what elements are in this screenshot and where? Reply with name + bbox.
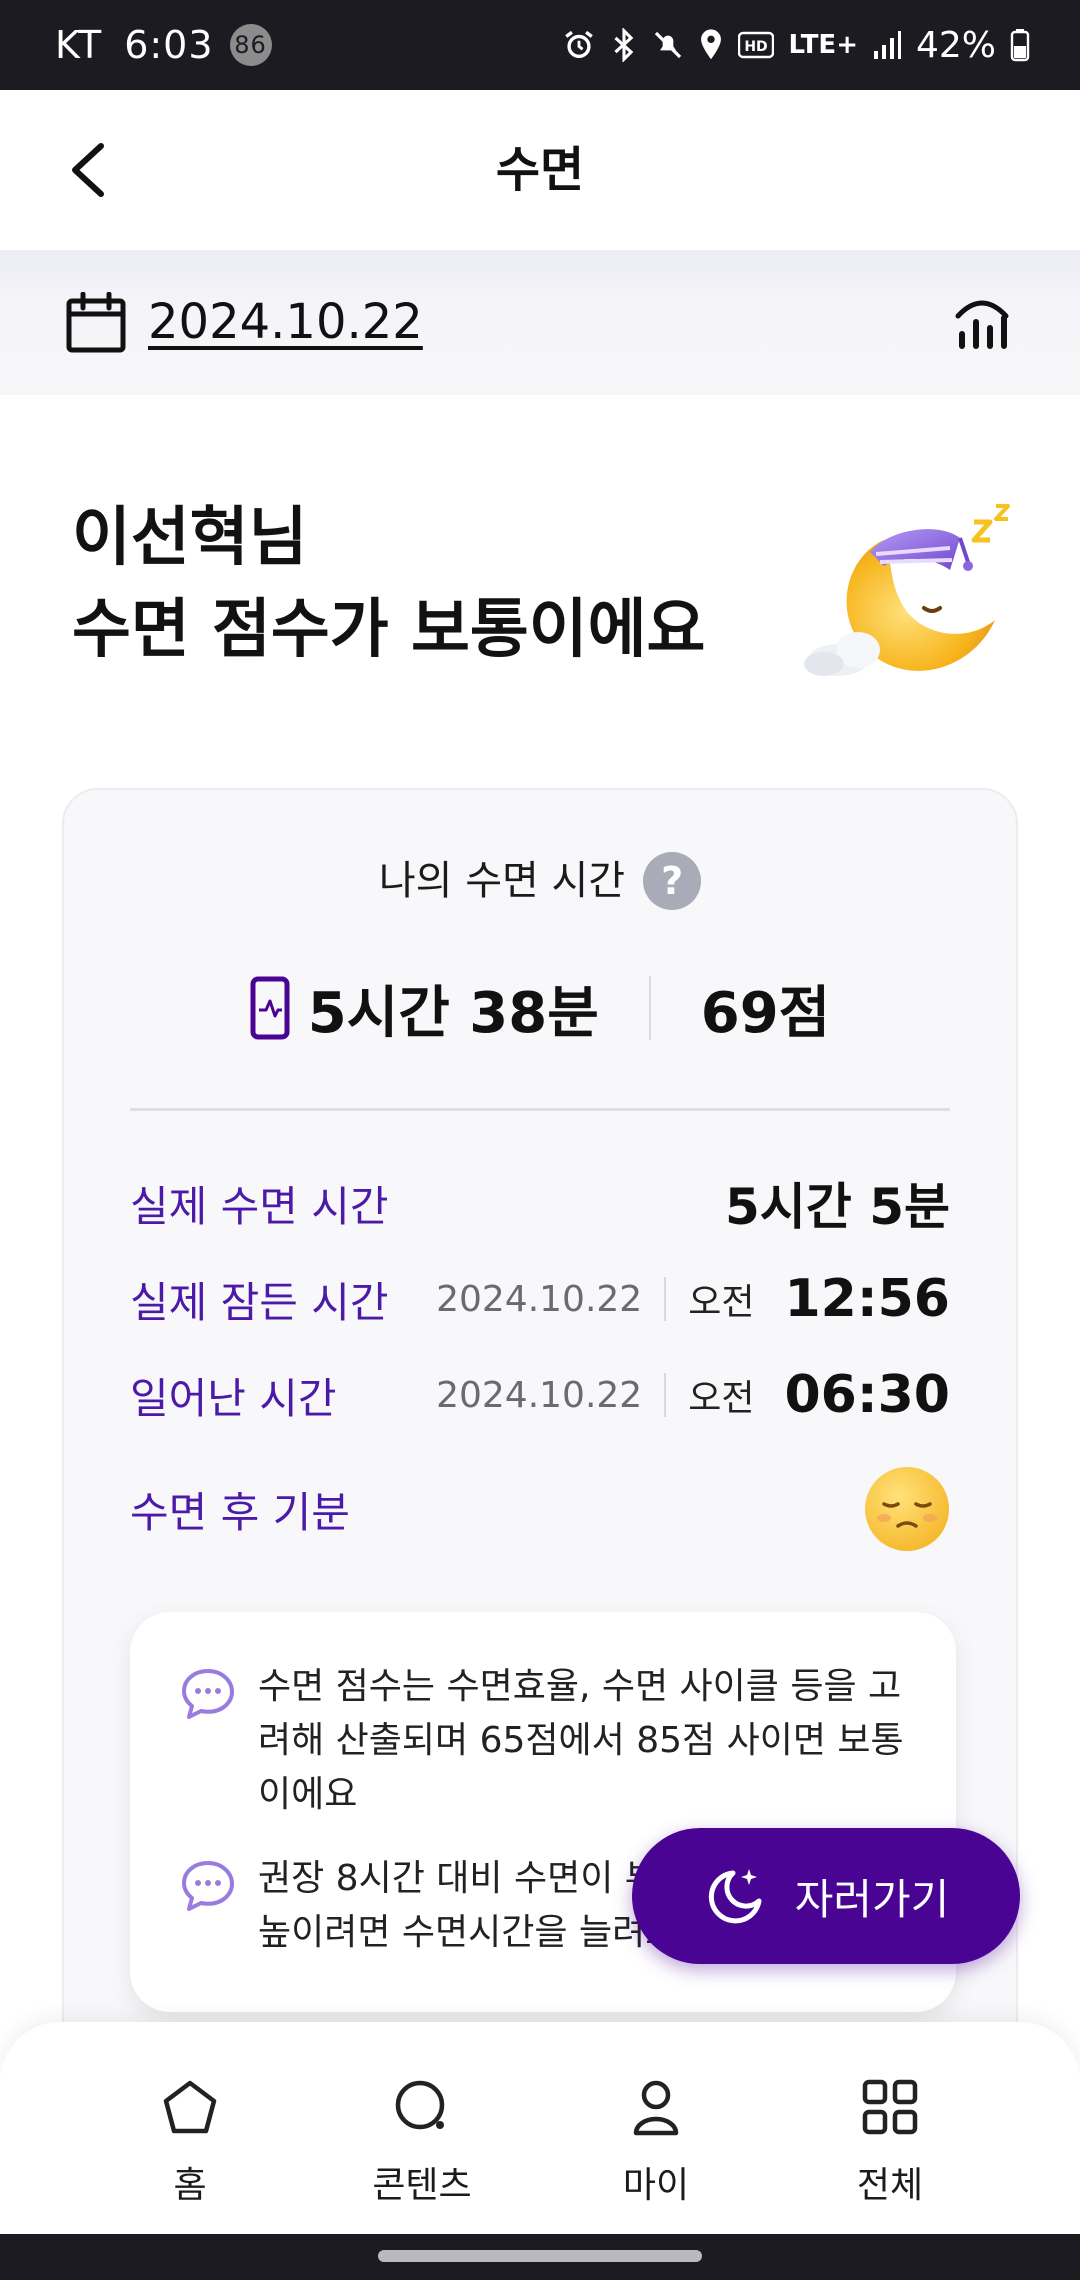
tip-item: 수면 점수는 수면효율, 수면 사이클 등을 고려해 산출되며 65점에서 85… [180, 1660, 916, 1822]
woke-up-label: 일어난 시간 [130, 1373, 337, 1423]
nav-item-all[interactable]: 전체 [790, 2072, 990, 2208]
sleep-score: 69점 [700, 980, 831, 1046]
summary-separator [648, 976, 651, 1040]
value-separator [664, 1373, 667, 1417]
battery-percent: 42% [915, 24, 996, 66]
nav-item-home[interactable]: 홈 [90, 2072, 290, 2208]
tip-text: 수면 점수는 수면효율, 수면 사이클 등을 고려해 산출되며 65점에서 85… [258, 1666, 904, 1815]
go-to-sleep-button[interactable]: 자러가기 [632, 1828, 1020, 1964]
moon-stars-icon [708, 1869, 762, 1924]
nav-label-my: 마이 [622, 2165, 690, 2206]
date-bar: 2024.10.22 [0, 250, 1080, 395]
calendar-icon[interactable] [65, 291, 127, 358]
svg-text:HD: HD [745, 39, 768, 55]
date-selector[interactable]: 2024.10.22 [148, 292, 423, 352]
tired-face-icon [865, 1467, 949, 1551]
chat-bubble-icon [182, 1861, 234, 1911]
signal-icon [873, 31, 901, 59]
nav-label-content: 콘텐츠 [372, 2165, 472, 2206]
card-title: 나의 수면 시간 [378, 858, 626, 904]
fell-asleep-row: 실제 잠든 시간 2024.10.22 오전 12:56 [130, 1264, 950, 1334]
fell-asleep-label: 실제 잠든 시간 [130, 1277, 389, 1327]
fell-asleep-date: 2024.10.22 [436, 1278, 643, 1320]
status-left: KT 6:03 86 [55, 0, 272, 90]
card-title-row: 나의 수면 시간 ? [64, 852, 1016, 910]
sleeping-moon-illustration [800, 500, 1030, 694]
chat-bubble-icon [182, 1669, 234, 1719]
bottom-navigation: 홈 콘텐츠 마이 전체 [0, 2022, 1080, 2234]
mood-label: 수면 후 기분 [130, 1487, 350, 1537]
fell-asleep-ampm: 오전 [688, 1282, 755, 1323]
hd-icon: HD [738, 31, 775, 59]
status-right: HD LTE+ 42% [562, 0, 1030, 90]
network-type: LTE+ [788, 30, 858, 60]
sleep-duration-value: 5시간 38분 [307, 980, 599, 1046]
location-icon [701, 29, 722, 60]
battery-icon [1010, 29, 1030, 62]
bluetooth-icon [614, 28, 634, 62]
actual-sleep-row: 실제 수면 시간 5시간 5분 [130, 1168, 950, 1238]
statistics-icon[interactable] [952, 290, 1012, 354]
carrier-label: KT [55, 23, 103, 67]
phone-tracker-icon [250, 976, 290, 1040]
go-to-sleep-label: 자러가기 [794, 1874, 950, 1924]
profile-icon [633, 2080, 679, 2136]
woke-up-value: 2024.10.22 오전 06:30 [436, 1365, 950, 1425]
mood-row: 수면 후 기분 [130, 1464, 950, 1554]
nav-item-content[interactable]: 콘텐츠 [322, 2072, 522, 2208]
greeting-status: 수면 점수가 보통이에요 [72, 593, 706, 667]
clock: 6:03 [124, 23, 214, 67]
notification-count-badge: 86 [229, 24, 272, 66]
woke-up-time: 06:30 [784, 1365, 950, 1425]
fell-asleep-value: 2024.10.22 오전 12:56 [436, 1269, 950, 1329]
sleep-summary: 5시간 38분 69점 [64, 968, 1016, 1048]
greeting: 이선혁님 수면 점수가 보통이에요 [72, 492, 705, 676]
home-icon [163, 2080, 217, 2134]
divider [130, 1108, 950, 1111]
grid-icon [862, 2079, 918, 2135]
help-icon[interactable]: ? [643, 852, 702, 910]
sleep-duration: 5시간 38분 [250, 968, 599, 1049]
alarm-icon [565, 30, 594, 59]
woke-up-row: 일어난 시간 2024.10.22 오전 06:30 [130, 1360, 950, 1430]
mute-icon [655, 31, 682, 59]
greeting-name: 이선혁님 [72, 501, 308, 575]
nav-label-all: 전체 [856, 2165, 924, 2206]
woke-up-ampm: 오전 [688, 1378, 755, 1419]
woke-up-date: 2024.10.22 [436, 1374, 643, 1416]
home-gesture-handle[interactable] [378, 2250, 702, 2262]
nav-item-my[interactable]: 마이 [556, 2072, 756, 2208]
gesture-bar [0, 2234, 1080, 2280]
actual-sleep-value: 5시간 5분 [725, 1178, 950, 1236]
value-separator [664, 1277, 667, 1321]
nav-label-home: 홈 [173, 2165, 207, 2206]
fell-asleep-time: 12:56 [784, 1269, 950, 1329]
content-search-icon [395, 2080, 445, 2130]
app-bar: 수면 [0, 90, 1080, 250]
page-title: 수면 [495, 142, 585, 198]
status-bar: KT 6:03 86 HD LTE+ 42% [0, 0, 1080, 90]
actual-sleep-label: 실제 수면 시간 [130, 1181, 389, 1231]
